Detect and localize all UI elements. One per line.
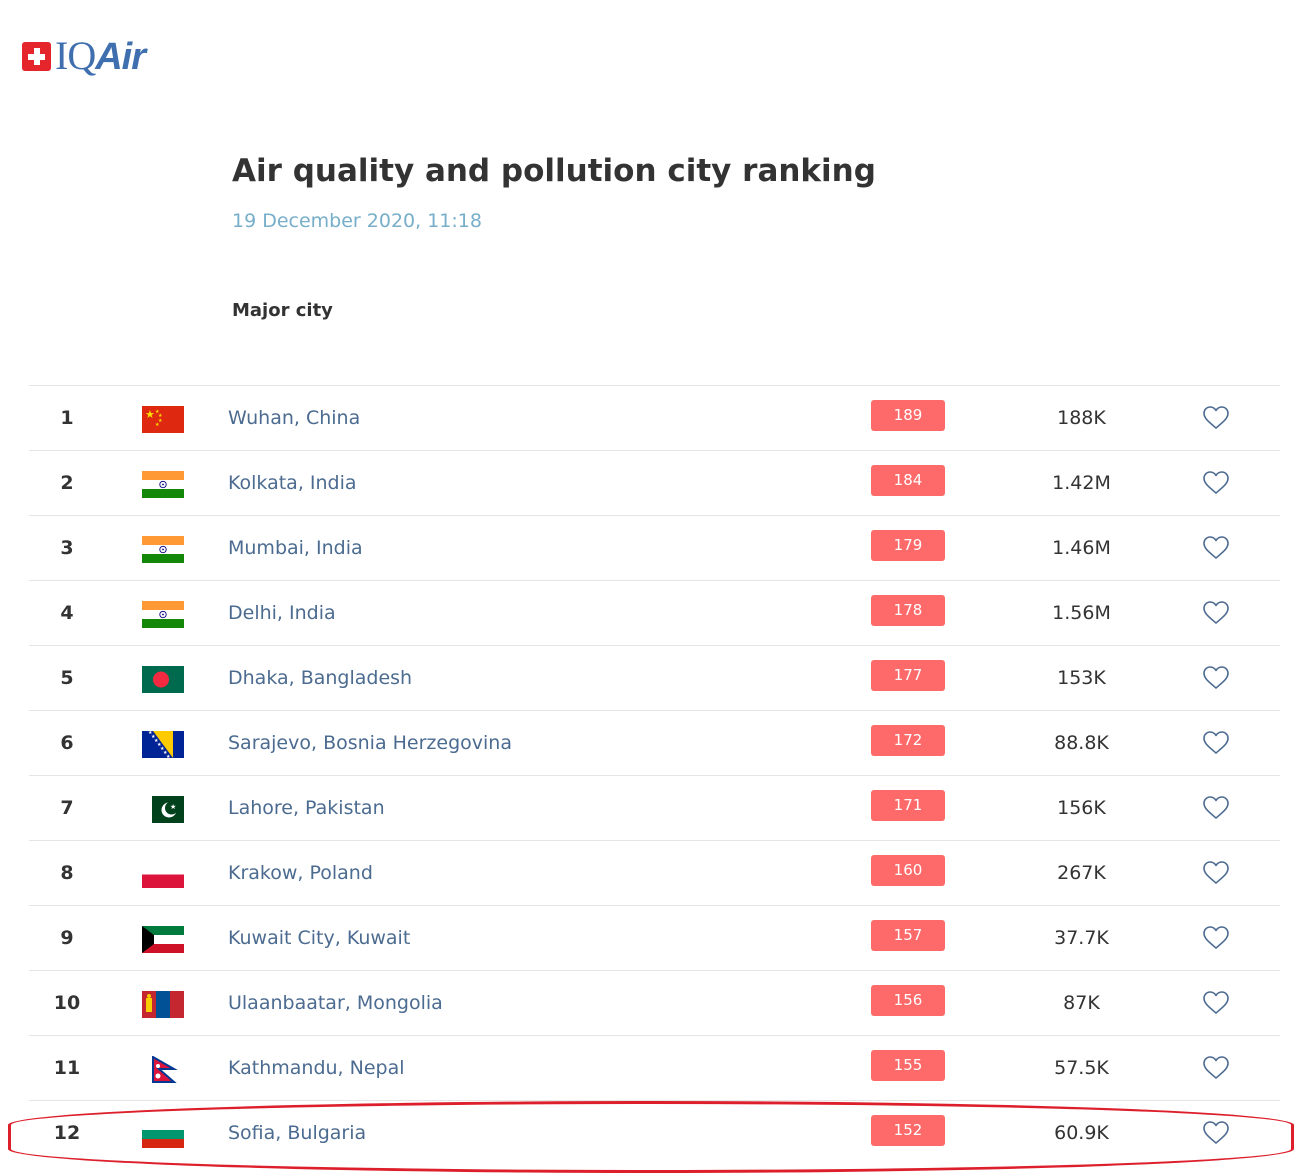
- population-value: 60.9K: [1054, 1122, 1109, 1144]
- table-row[interactable]: 8 Krakow, Poland 160 267K: [29, 840, 1280, 905]
- heart-icon[interactable]: [1202, 1055, 1230, 1080]
- rank-number: 5: [60, 667, 74, 689]
- table-row[interactable]: 3 Mumbai, India 179 1.46M: [29, 515, 1280, 580]
- heart-icon[interactable]: [1202, 1120, 1230, 1145]
- aqi-badge: 155: [871, 1050, 945, 1081]
- rank-number: 8: [60, 862, 74, 884]
- heart-icon[interactable]: [1202, 600, 1230, 625]
- table-row[interactable]: 12 Sofia, Bulgaria 152 60.9K: [29, 1100, 1280, 1165]
- svg-text:★: ★: [166, 754, 171, 758]
- rank-number: 3: [60, 537, 74, 559]
- heart-icon[interactable]: [1202, 665, 1230, 690]
- aqi-badge: 172: [871, 725, 945, 756]
- table-row[interactable]: 5 Dhaka, Bangladesh 177 153K: [29, 645, 1280, 710]
- aqi-badge: 184: [871, 465, 945, 496]
- update-date: 19 December 2020, 11:18: [232, 210, 482, 232]
- heart-icon[interactable]: [1202, 535, 1230, 560]
- population-value: 267K: [1057, 862, 1106, 884]
- aqi-badge: 152: [871, 1115, 945, 1146]
- pakistan-flag-icon: ★: [142, 796, 184, 823]
- city-link[interactable]: Kuwait City, Kuwait: [228, 927, 410, 949]
- city-link[interactable]: Delhi, India: [228, 602, 336, 624]
- rank-number: 9: [60, 927, 74, 949]
- city-link[interactable]: Kolkata, India: [228, 472, 357, 494]
- population-value: 188K: [1057, 407, 1106, 429]
- rank-number: 6: [60, 732, 74, 754]
- population-value: 37.7K: [1054, 927, 1109, 949]
- bosnia-flag-icon: ★ ★ ★ ★ ★ ★ ★: [142, 731, 184, 758]
- heart-icon[interactable]: [1202, 470, 1230, 495]
- aqi-badge: 189: [871, 400, 945, 431]
- population-value: 88.8K: [1054, 732, 1109, 754]
- rank-number: 7: [60, 797, 74, 819]
- table-row[interactable]: 7 ★ Lahore, Pakistan 171 156K: [29, 775, 1280, 840]
- population-value: 1.42M: [1052, 472, 1111, 494]
- china-flag-icon: ★ ★ ★ ★ ★: [142, 406, 184, 433]
- logo-text: IQAir: [55, 33, 146, 78]
- city-link[interactable]: Dhaka, Bangladesh: [228, 667, 412, 689]
- aqi-badge: 160: [871, 855, 945, 886]
- bangladesh-flag-icon: [142, 666, 184, 693]
- population-value: 57.5K: [1054, 1057, 1109, 1079]
- city-link[interactable]: Sarajevo, Bosnia Herzegovina: [228, 732, 512, 754]
- aqi-badge: 156: [871, 985, 945, 1016]
- poland-flag-icon: [142, 861, 184, 888]
- population-value: 87K: [1063, 992, 1100, 1014]
- kuwait-flag-icon: [142, 926, 184, 953]
- population-value: 1.56M: [1052, 602, 1111, 624]
- india-flag-icon: [142, 601, 184, 628]
- aqi-badge: 171: [871, 790, 945, 821]
- india-flag-icon: [142, 536, 184, 563]
- heart-icon[interactable]: [1202, 795, 1230, 820]
- svg-text:★: ★: [170, 803, 176, 811]
- rank-number: 10: [53, 992, 81, 1014]
- heart-icon[interactable]: [1202, 405, 1230, 430]
- city-link[interactable]: Lahore, Pakistan: [228, 797, 385, 819]
- aqi-badge: 157: [871, 920, 945, 951]
- population-value: 153K: [1057, 667, 1106, 689]
- nepal-flag-icon: [142, 1056, 184, 1083]
- population-value: 1.46M: [1052, 537, 1111, 559]
- rank-number: 12: [53, 1122, 81, 1144]
- india-flag-icon: [142, 471, 184, 498]
- heart-icon[interactable]: [1202, 925, 1230, 950]
- swiss-flag-icon: [22, 42, 51, 71]
- table-row[interactable]: 9 Kuwait City, Kuwait 157 37.7K: [29, 905, 1280, 970]
- ranking-table: 1 ★ ★ ★ ★ ★ Wuhan, China 189 188K 2 Kolkata, India…: [29, 385, 1280, 1165]
- page-title: Air quality and pollution city ranking: [232, 153, 876, 189]
- svg-text:★: ★: [145, 408, 155, 421]
- aqi-badge: 179: [871, 530, 945, 561]
- iqair-logo[interactable]: IQAir: [22, 33, 146, 78]
- city-link[interactable]: Sofia, Bulgaria: [228, 1122, 366, 1144]
- city-link[interactable]: Wuhan, China: [228, 407, 360, 429]
- table-row[interactable]: 11 Kathmandu, Nepal 155 57.5K: [29, 1035, 1280, 1100]
- aqi-badge: 177: [871, 660, 945, 691]
- city-link[interactable]: Mumbai, India: [228, 537, 363, 559]
- mongolia-flag-icon: [142, 991, 184, 1018]
- rank-number: 4: [60, 602, 74, 624]
- section-label-major-city: Major city: [232, 300, 333, 321]
- table-row[interactable]: 6 ★ ★ ★ ★ ★ ★ ★ Sarajevo, Bosnia Herzegovina 172 8…: [29, 710, 1280, 775]
- heart-icon[interactable]: [1202, 990, 1230, 1015]
- city-link[interactable]: Krakow, Poland: [228, 862, 373, 884]
- rank-number: 11: [53, 1057, 81, 1079]
- aqi-badge: 178: [871, 595, 945, 626]
- table-row[interactable]: 2 Kolkata, India 184 1.42M: [29, 450, 1280, 515]
- city-link[interactable]: Ulaanbaatar, Mongolia: [228, 992, 443, 1014]
- svg-text:★: ★: [155, 422, 160, 428]
- bulgaria-flag-icon: [142, 1121, 184, 1148]
- population-value: 156K: [1057, 797, 1106, 819]
- table-row[interactable]: 10 Ulaanbaatar, Mongolia 156 87K: [29, 970, 1280, 1035]
- heart-icon[interactable]: [1202, 860, 1230, 885]
- table-row[interactable]: 1 ★ ★ ★ ★ ★ Wuhan, China 189 188K: [29, 385, 1280, 450]
- rank-number: 1: [60, 407, 74, 429]
- rank-number: 2: [60, 472, 74, 494]
- table-row[interactable]: 4 Delhi, India 178 1.56M: [29, 580, 1280, 645]
- heart-icon[interactable]: [1202, 730, 1230, 755]
- city-link[interactable]: Kathmandu, Nepal: [228, 1057, 405, 1079]
